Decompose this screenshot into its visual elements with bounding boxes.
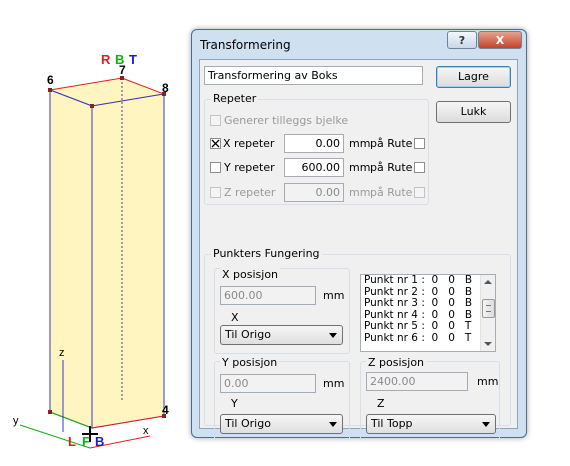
z-route-label: på Rute — [370, 186, 413, 199]
points-list-scrollbar[interactable] — [480, 275, 495, 351]
y-route-checkbox[interactable] — [414, 162, 425, 173]
z-function-select[interactable]: Til Topp — [366, 414, 496, 434]
axis-label-x: x — [143, 425, 149, 437]
y-function-select[interactable]: Til Origo — [220, 414, 343, 434]
dialog-title: Transformering — [200, 38, 291, 52]
points-list-items: Punkt nr 1 : 0 0 B Punkt nr 2 : 0 0 B Punk… — [361, 275, 495, 344]
z-repeat-label: Z repeter — [224, 186, 276, 199]
y-function-value: Til Origo — [225, 417, 271, 430]
extra-beam-checkbox[interactable] — [210, 115, 221, 126]
extra-beam-label: Generer tilleggs bjelke — [224, 114, 349, 127]
axis-label-z: z — [59, 347, 65, 359]
points-list[interactable]: Punkt nr 1 : 0 0 B Punkt nr 2 : 0 0 B Punk… — [360, 274, 496, 352]
x-route-checkbox[interactable] — [414, 138, 425, 149]
points-group-title: Punkters Fungering — [211, 247, 322, 260]
z-function-value: Til Topp — [371, 417, 413, 430]
x-repeat-input[interactable]: 0.00 — [284, 134, 344, 153]
x-position-input[interactable]: 600.00 — [220, 286, 316, 305]
help-button[interactable]: ? — [447, 31, 477, 49]
z-route-checkbox[interactable] — [414, 187, 425, 198]
list-item[interactable]: Punkt nr 5 : 0 0 T — [361, 320, 495, 333]
corner-label-6: 6 — [47, 73, 54, 87]
list-item[interactable]: Punkt nr 6 : 0 0 T — [361, 332, 495, 345]
x-position-unit: mm — [323, 289, 345, 302]
label-t: T — [129, 52, 137, 67]
close-button[interactable]: Lukk — [436, 101, 511, 123]
scroll-up-arrow-icon[interactable] — [484, 280, 492, 284]
z-axis-label: Z — [377, 397, 385, 410]
z-position-unit: mm — [477, 375, 499, 388]
box-front-face — [49, 89, 93, 429]
y-position-title: Y posisjon — [220, 356, 280, 369]
list-item[interactable]: Punkt nr 1 : 0 0 B — [361, 275, 495, 287]
repeat-group-title: Repeter — [211, 92, 259, 105]
z-position-input[interactable]: 2400.00 — [366, 372, 468, 391]
x-function-select[interactable]: Til Origo — [220, 325, 343, 345]
x-repeat-unit: mm — [349, 137, 371, 150]
chevron-down-icon — [482, 422, 490, 427]
close-icon: X — [495, 33, 505, 47]
name-field[interactable]: Transformering av Boks — [204, 66, 423, 85]
corner-label-4: 4 — [162, 403, 169, 417]
transform-dialog: Transformering ? X Transformering av Bok… — [191, 29, 527, 441]
y-axis-line — [19, 424, 91, 449]
dialog-client-area: Transformering av Boks Lagre Lukk Repete… — [199, 59, 518, 441]
label-b-bottom: B — [95, 434, 104, 449]
y-repeat-checkbox[interactable] — [210, 162, 221, 173]
label-r: R — [101, 52, 111, 67]
chevron-down-icon — [329, 333, 337, 338]
x-position-title: X posisjon — [220, 268, 281, 281]
label-l: L — [68, 434, 76, 449]
close-window-button[interactable]: X — [478, 31, 522, 49]
z-position-title: Z posisjon — [366, 356, 427, 369]
x-function-value: Til Origo — [225, 328, 271, 341]
z-repeat-unit: mm — [349, 186, 371, 199]
box-right-face — [91, 93, 165, 429]
axis-label-y: y — [13, 415, 19, 427]
help-icon: ? — [458, 33, 466, 47]
x-check-mark-icon — [211, 139, 220, 148]
y-axis-label: Y — [231, 397, 238, 410]
y-position-input[interactable]: 0.00 — [220, 374, 316, 393]
corner-label-7: 7 — [119, 63, 126, 77]
scroll-down-arrow-icon[interactable] — [484, 342, 492, 346]
chevron-down-icon — [329, 422, 337, 427]
x-repeat-checkbox[interactable] — [210, 138, 221, 149]
y-route-label: på Rute — [370, 161, 413, 174]
corner-label-8: 8 — [162, 81, 169, 95]
list-item[interactable]: Punkt nr 3 : 0 0 B — [361, 297, 495, 310]
x-route-label: på Rute — [370, 137, 413, 150]
y-repeat-unit: mm — [349, 161, 371, 174]
scroll-thumb[interactable] — [482, 299, 495, 318]
z-repeat-checkbox[interactable] — [210, 187, 221, 198]
x-axis-label: X — [231, 311, 239, 324]
viewport-3d[interactable]: R B T 6 7 8 4 z y x L F B — [0, 0, 190, 466]
label-f: F — [82, 434, 90, 449]
y-repeat-input[interactable]: 600.00 — [284, 158, 344, 177]
y-position-unit: mm — [323, 377, 345, 390]
y-repeat-label: Y repeter — [224, 161, 275, 174]
save-button[interactable]: Lagre — [436, 66, 511, 88]
z-repeat-input[interactable]: 0.00 — [284, 183, 344, 202]
x-repeat-label: X repeter — [223, 137, 275, 150]
